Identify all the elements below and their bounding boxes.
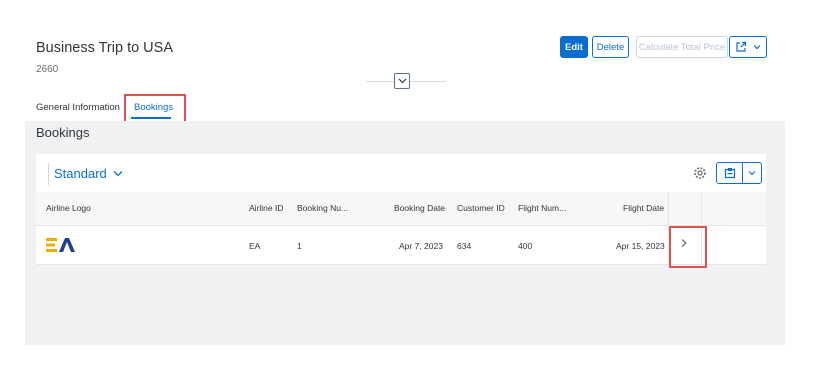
column-header-flight-number[interactable]: Flight Num... bbox=[518, 203, 566, 213]
chevron-down-icon bbox=[753, 45, 761, 50]
column-header-airline-id[interactable]: Airline ID bbox=[249, 203, 283, 213]
cell-booking-number: 1 bbox=[297, 241, 302, 251]
section-title: Bookings bbox=[36, 125, 90, 140]
table-row[interactable]: EA 1 Apr 7, 2023 634 400 Apr 15, 2023 bbox=[36, 226, 766, 265]
cell-booking-date: Apr 7, 2023 bbox=[399, 241, 443, 251]
object-page-header: Business Trip to USA 2660 Edit Delete Ca… bbox=[0, 0, 824, 129]
tab-general-information[interactable]: General Information bbox=[36, 102, 120, 113]
column-header-booking-number[interactable]: Booking Nu... bbox=[297, 203, 348, 213]
cell-airline-id: EA bbox=[249, 241, 261, 251]
bookings-table: Standard Airline Logo Airline ID Booking… bbox=[36, 154, 766, 265]
cell-flight-date: Apr 15, 2023 bbox=[616, 241, 665, 251]
edit-button[interactable]: Edit bbox=[560, 36, 588, 58]
airline-logo-image bbox=[46, 238, 75, 252]
variant-label: Standard bbox=[54, 166, 107, 181]
export-button[interactable] bbox=[716, 162, 762, 184]
header-divider-left bbox=[366, 81, 394, 82]
column-header-booking-date[interactable]: Booking Date bbox=[394, 203, 445, 213]
cell-flight-number: 400 bbox=[518, 241, 533, 251]
page-title: Business Trip to USA bbox=[36, 40, 173, 56]
export-menu[interactable] bbox=[743, 170, 761, 176]
navigation-highlight-box bbox=[669, 226, 707, 268]
column-header-flight-date[interactable]: Flight Date bbox=[623, 203, 664, 213]
page-subtitle: 2660 bbox=[36, 64, 59, 75]
chevron-down-icon bbox=[748, 171, 756, 176]
share-icon bbox=[736, 41, 747, 52]
header-divider-right bbox=[410, 81, 446, 82]
table-toolbar: Standard bbox=[36, 154, 766, 192]
column-header-airline-logo[interactable]: Airline Logo bbox=[46, 203, 91, 213]
chevron-down-icon bbox=[398, 78, 406, 84]
export-icon bbox=[724, 168, 735, 179]
column-header-customer-id[interactable]: Customer ID bbox=[457, 203, 505, 213]
collapse-header-button[interactable] bbox=[394, 73, 410, 89]
gear-icon[interactable] bbox=[692, 165, 708, 181]
cell-customer-id: 634 bbox=[457, 241, 472, 251]
export-main[interactable] bbox=[717, 163, 743, 183]
chevron-down-icon bbox=[113, 171, 123, 177]
share-button[interactable] bbox=[729, 36, 767, 58]
variant-separator bbox=[48, 163, 49, 185]
table-header: Airline Logo Airline ID Booking Nu... Bo… bbox=[36, 192, 766, 226]
calculate-total-price-button[interactable]: Calculate Total Price bbox=[636, 36, 728, 58]
delete-button[interactable]: Delete bbox=[592, 36, 629, 58]
variant-selector[interactable]: Standard bbox=[54, 166, 123, 181]
